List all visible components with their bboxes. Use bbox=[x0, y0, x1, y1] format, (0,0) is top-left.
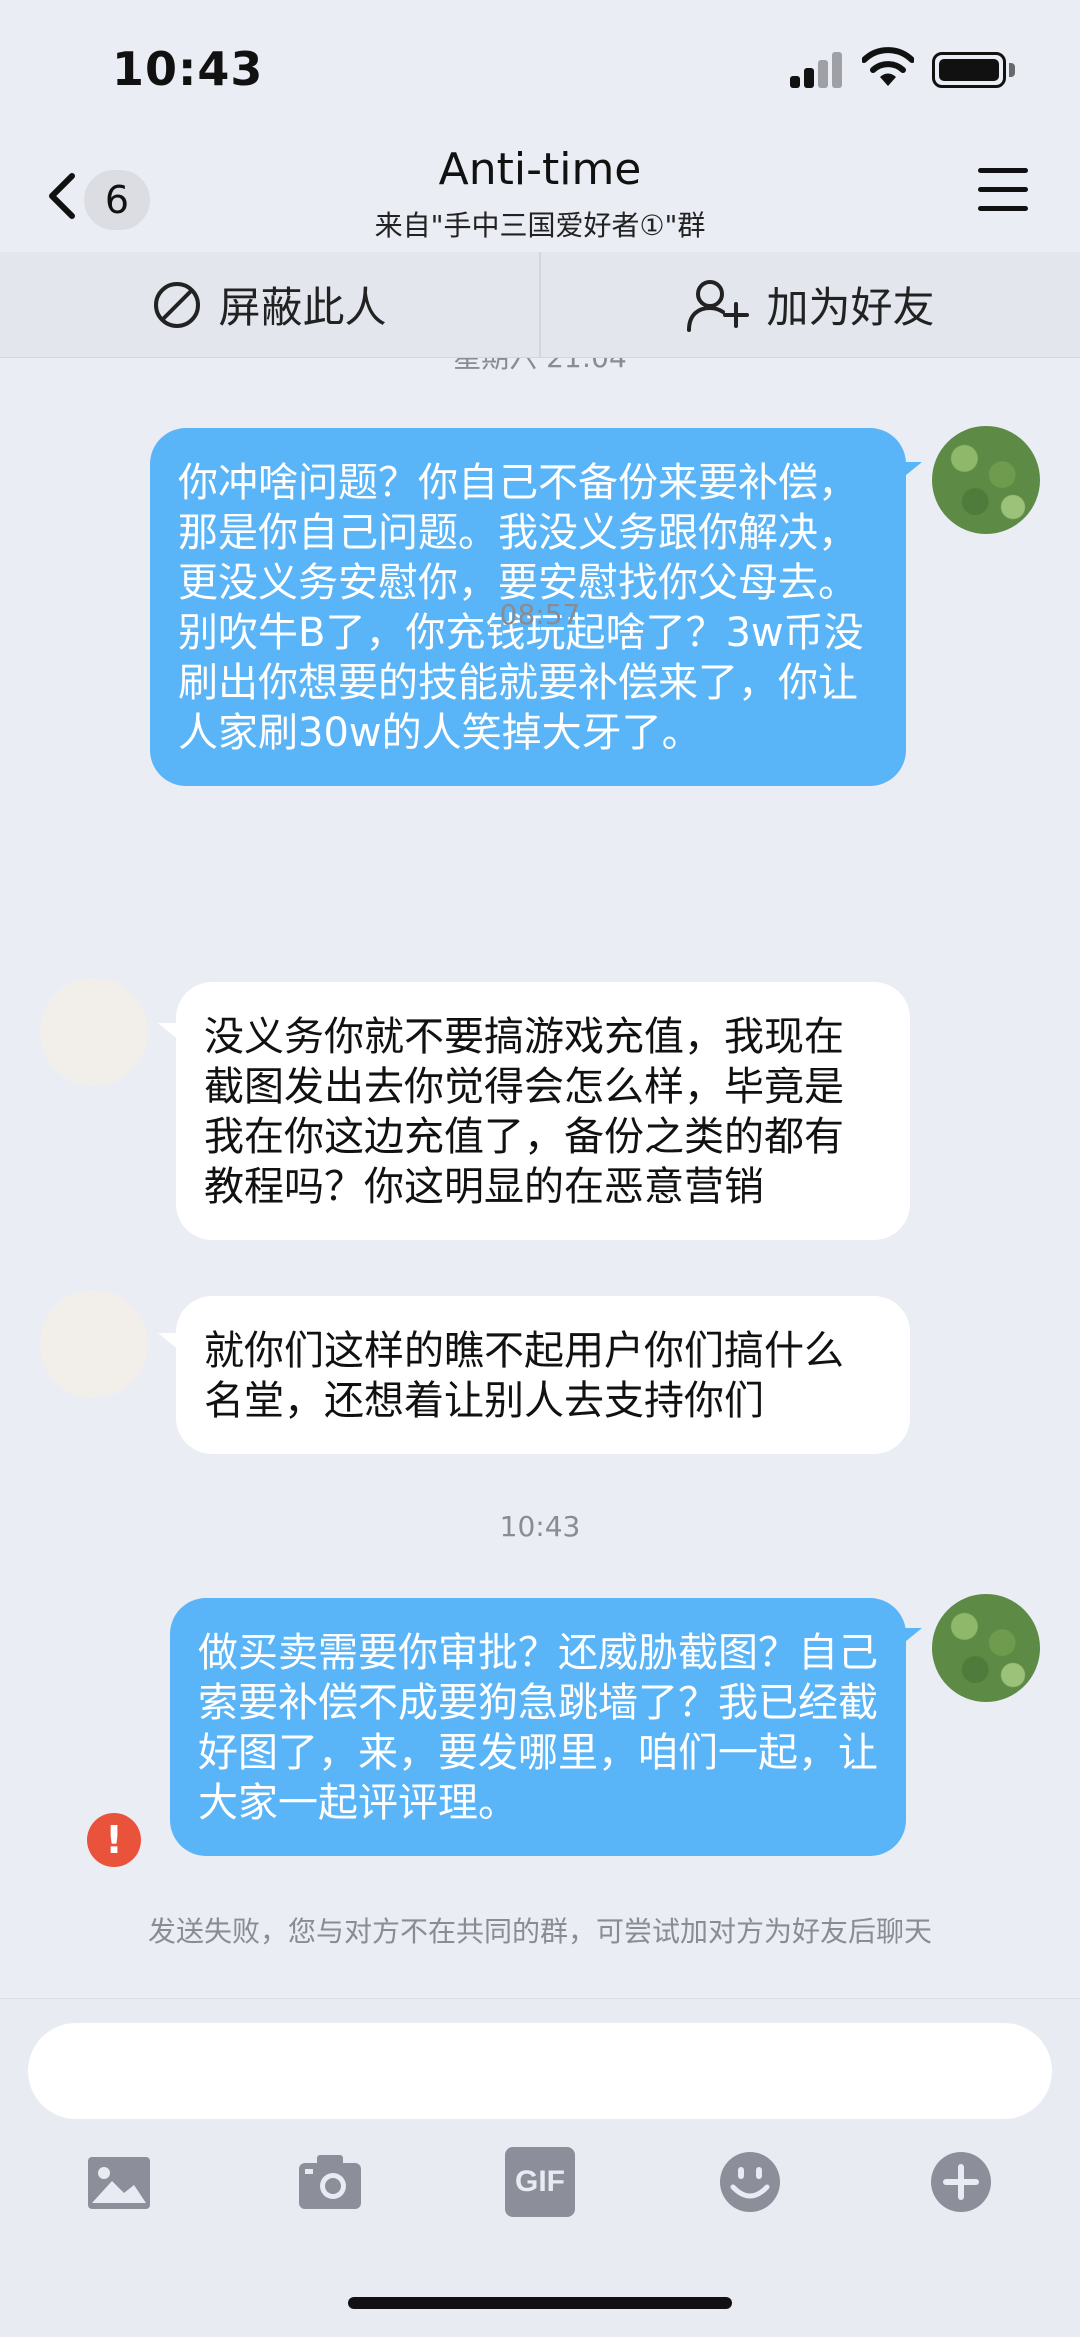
add-user-icon bbox=[687, 279, 750, 332]
message-bubble-incoming[interactable]: 就你们这样的瞧不起用户你们搞什么名堂，还想着让别人去支持你们 bbox=[176, 1296, 910, 1454]
emoji-icon[interactable] bbox=[715, 2147, 785, 2217]
gif-icon[interactable]: GIF bbox=[505, 2147, 575, 2217]
action-bar: 屏蔽此人 加为好友 bbox=[0, 252, 1080, 358]
message-input[interactable] bbox=[28, 2023, 1052, 2119]
message-bubble-incoming[interactable]: 没义务你就不要搞游戏充值，我现在截图发出去你觉得会怎么样，毕竟是我在你这边充值了… bbox=[176, 982, 910, 1240]
image-icon[interactable] bbox=[84, 2147, 154, 2217]
cellular-signal-icon bbox=[790, 52, 844, 88]
partial-timestamp: 星期六 21:04 bbox=[0, 358, 1080, 376]
block-user-button[interactable]: 屏蔽此人 bbox=[0, 252, 539, 357]
battery-cap bbox=[1009, 63, 1015, 77]
plus-icon[interactable] bbox=[926, 2147, 996, 2217]
block-user-label: 屏蔽此人 bbox=[218, 283, 387, 332]
home-indicator[interactable] bbox=[348, 2297, 732, 2309]
add-friend-label: 加为好友 bbox=[766, 283, 935, 332]
input-area: GIF bbox=[0, 1998, 1080, 2337]
my-avatar[interactable] bbox=[932, 1594, 1040, 1702]
send-failed-notice: 发送失败，您与对方不在共同的群，可尝试加对方为好友后聊天 bbox=[147, 1915, 932, 1948]
send-failed-icon[interactable]: ! bbox=[87, 1813, 141, 1867]
menu-icon[interactable] bbox=[978, 168, 1028, 214]
my-avatar[interactable] bbox=[932, 426, 1040, 534]
add-friend-button[interactable]: 加为好友 bbox=[541, 252, 1080, 357]
timestamp: 08:57 bbox=[499, 598, 581, 631]
camera-icon[interactable] bbox=[295, 2147, 365, 2217]
contact-avatar[interactable] bbox=[40, 1290, 148, 1398]
status-time: 10:43 bbox=[112, 42, 264, 96]
chat-subtitle: 来自"手中三国爱好者①"群 bbox=[374, 209, 706, 242]
message-bubble-outgoing[interactable]: 做买卖需要你审批？还威胁截图？自己索要补偿不成要狗急跳墙了？我已经截好图了，来，… bbox=[170, 1598, 906, 1856]
chat-header: 6 Anti-time 来自"手中三国爱好者①"群 bbox=[0, 140, 1080, 252]
wifi-icon bbox=[862, 47, 914, 86]
timestamp: 10:43 bbox=[499, 1510, 581, 1543]
chat-title: Anti-time bbox=[438, 144, 642, 195]
chat-messages[interactable]: 星期六 21:04 你冲啥问题？你自己不备份来要补偿，那是你自己问题。我没义务跟… bbox=[0, 358, 1080, 1998]
battery-icon bbox=[932, 52, 1006, 88]
block-icon bbox=[154, 281, 201, 328]
status-bar: 10:43 bbox=[0, 0, 1080, 140]
contact-avatar[interactable] bbox=[40, 978, 148, 1086]
